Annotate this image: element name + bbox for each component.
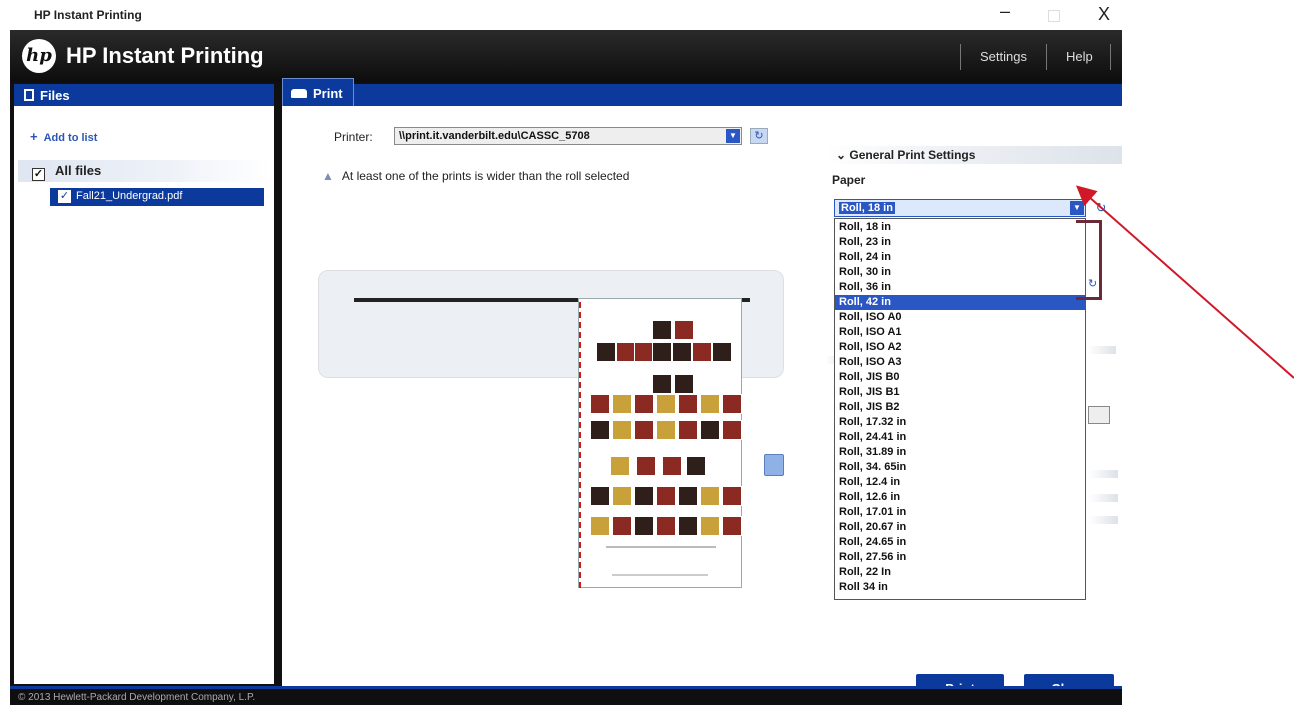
annotation-arrow <box>1076 185 1294 379</box>
annotation-arrow-line <box>1076 185 1294 379</box>
